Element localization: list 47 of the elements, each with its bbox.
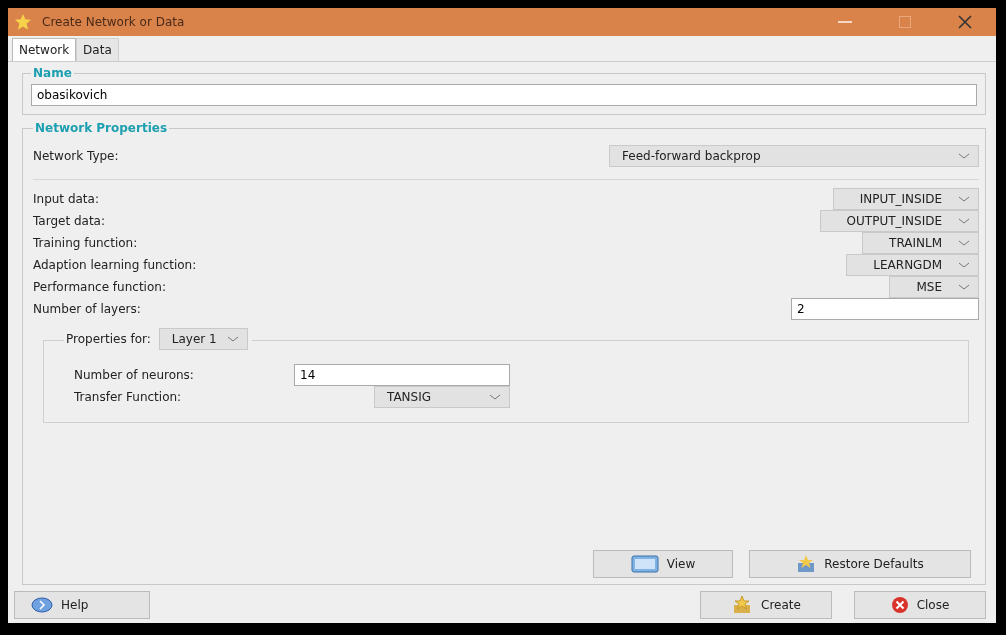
window-title: Create Network or Data xyxy=(42,15,186,29)
input-field[interactable]: 2 xyxy=(791,298,979,320)
caret-icon xyxy=(958,239,970,247)
tab[interactable]: Data xyxy=(76,38,119,61)
name-field[interactable]: obasikovich xyxy=(31,84,977,106)
field-label: Number of layers: xyxy=(33,302,141,316)
maximize-icon[interactable] xyxy=(899,16,911,28)
tab[interactable]: Network xyxy=(12,38,77,61)
help-icon xyxy=(31,597,53,613)
input-field[interactable]: 14 xyxy=(294,364,510,386)
caret-icon xyxy=(958,195,970,203)
caret-icon xyxy=(958,152,970,160)
caret-icon xyxy=(958,217,970,225)
close-dialog-button[interactable]: Close xyxy=(854,591,986,619)
dropdown[interactable]: LEARNGDM xyxy=(846,254,979,276)
dropdown[interactable]: OUTPUT_INSIDE xyxy=(819,210,979,232)
close-icon xyxy=(890,596,909,614)
field-label: Network Type: xyxy=(33,149,119,163)
star-icon xyxy=(14,13,32,31)
dropdown[interactable]: TRAINLM xyxy=(862,232,979,254)
window-icon xyxy=(630,555,659,573)
star-icon xyxy=(796,555,817,573)
layer-dropdown[interactable]: Layer 1 xyxy=(158,328,248,350)
create-button[interactable]: Create xyxy=(700,591,832,619)
minimize-icon[interactable] xyxy=(838,21,852,23)
dropdown[interactable]: TANSIG xyxy=(374,386,510,408)
field-label: Properties for: xyxy=(66,332,151,346)
group-title: Name xyxy=(32,66,73,80)
field-label: Number of neurons: xyxy=(74,368,195,382)
caret-icon xyxy=(958,283,970,291)
caret-icon xyxy=(958,261,970,269)
caret-icon xyxy=(226,335,239,343)
group-title: Network Properties xyxy=(34,121,169,135)
dropdown[interactable]: INPUT_INSIDE xyxy=(832,188,979,210)
field-label: Target data: xyxy=(33,214,105,228)
field-label: Transfer Function: xyxy=(74,390,183,404)
field-label: Training function: xyxy=(33,236,138,250)
field-label: Adaption learning function: xyxy=(33,258,197,272)
field-label: Performance function: xyxy=(33,280,166,294)
field-label: Input data: xyxy=(33,192,99,206)
restore-defaults-button[interactable]: Restore Defaults xyxy=(749,550,971,578)
help-button[interactable]: Help xyxy=(14,591,150,619)
network-type-dropdown[interactable]: Feed-forward backprop xyxy=(609,145,979,167)
dropdown[interactable]: MSE xyxy=(889,276,979,298)
caret-icon xyxy=(489,393,501,401)
view-button[interactable]: View xyxy=(593,550,733,578)
close-icon[interactable] xyxy=(958,15,972,29)
